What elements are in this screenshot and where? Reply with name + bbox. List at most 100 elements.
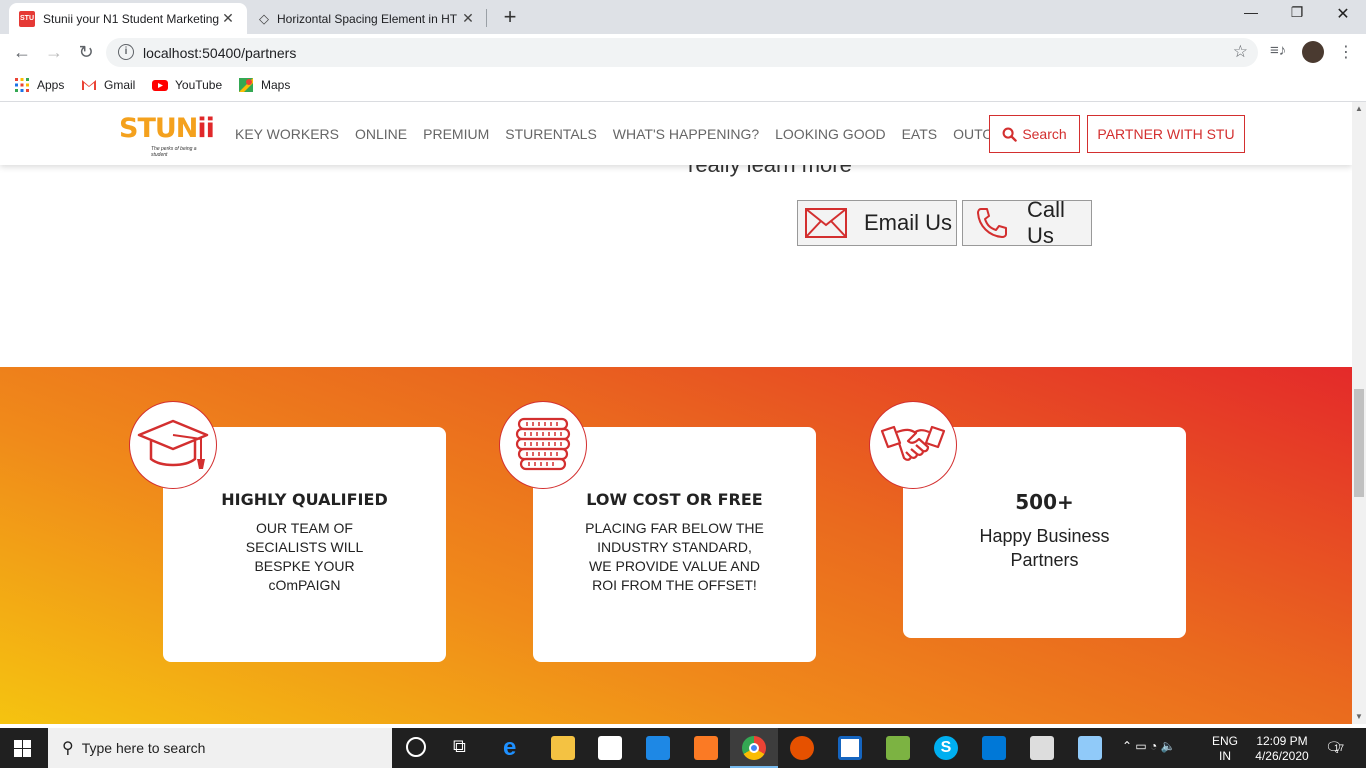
phone-icon [977, 208, 1007, 238]
nav-key-workers[interactable]: KEY WORKERS [235, 126, 339, 142]
close-window-button[interactable]: ✕ [1320, 4, 1366, 24]
bookmark-label: YouTube [175, 78, 223, 92]
nav-premium[interactable]: PREMIUM [423, 126, 489, 142]
partner-button-label: PARTNER WITH STU [1097, 126, 1235, 142]
browser-toolbar: ← → ↻ i localhost:50400/partners ☆ ≡♪ ⋮ [0, 34, 1366, 70]
network-app-icon[interactable] [886, 736, 910, 760]
chrome-icon [742, 736, 766, 760]
lang-label: ENG [1212, 734, 1239, 748]
call-us-button[interactable]: Call Us [962, 197, 1092, 248]
email-us-label: Email Us [864, 210, 953, 235]
scroll-up-icon[interactable]: ▲ [1355, 104, 1363, 113]
feature-text: PLACING FAR BELOW THE INDUSTRY STANDARD,… [585, 520, 764, 593]
taskbar-search-box[interactable]: ⚲ Type here to search [48, 728, 392, 768]
back-button[interactable]: ← [10, 40, 34, 64]
main-nav: KEY WORKERS ONLINE PREMIUM STURENTALS WH… [235, 126, 1028, 142]
minimize-button[interactable]: — [1228, 4, 1274, 20]
xampp-icon[interactable] [694, 736, 718, 760]
clock-time: 12:09 PM [1256, 734, 1308, 748]
skype-icon[interactable]: S [934, 736, 958, 760]
page-viewport: STUNii The perks of being a student KEY … [0, 102, 1352, 724]
gmail-icon [82, 80, 96, 90]
nav-sturentals[interactable]: STURENTALS [505, 126, 597, 142]
maps-icon [239, 78, 253, 92]
vscode-icon[interactable] [982, 736, 1006, 760]
scroll-down-icon[interactable]: ▼ [1355, 712, 1363, 721]
address-bar[interactable]: i localhost:50400/partners ☆ [106, 38, 1258, 67]
nav-looking-good[interactable]: LOOKING GOOD [775, 126, 885, 142]
search-button[interactable]: Search [989, 115, 1080, 153]
language-indicator[interactable]: ENG IN [1212, 734, 1238, 764]
bookmark-star-icon[interactable]: ☆ [1233, 42, 1248, 62]
search-icon [1002, 127, 1018, 142]
email-us-button[interactable]: Email Us [797, 200, 957, 246]
handshake-icon [869, 401, 957, 489]
bookmark-label: Maps [261, 78, 291, 92]
nav-whats-happening[interactable]: WHAT'S HAPPENING? [613, 126, 759, 142]
tray-icons[interactable]: ⌃ ▭ ◔ 🔈 [1122, 739, 1176, 753]
edge-icon[interactable]: e [503, 736, 527, 760]
nav-eats[interactable]: EATS [902, 126, 938, 142]
bookmark-gmail[interactable]: Gmail [81, 77, 135, 93]
bookmark-label: Apps [37, 78, 65, 92]
feature-text: OUR TEAM OF SECIALISTS WILL BESPKE YOUR … [245, 520, 364, 593]
search-icon: ⚲ [62, 740, 74, 757]
taskbar-search-placeholder: Type here to search [81, 740, 206, 756]
region-label: IN [1219, 749, 1231, 763]
bookmarks-bar: Apps Gmail YouTube Maps [0, 70, 1366, 102]
clock-date: 4/26/2020 [1255, 749, 1309, 763]
profile-avatar[interactable] [1302, 41, 1324, 63]
features-band: HIGHLY QUALIFIED OUR TEAM OF SECIALISTS … [0, 367, 1352, 724]
nav-online[interactable]: ONLINE [355, 126, 407, 142]
page-scrollbar[interactable]: ▲ ▼ [1352, 102, 1366, 724]
browser-tab-bar: STU Stunii your N1 Student Marketing ✕ ◇… [0, 0, 1366, 34]
info-icon[interactable]: i [118, 44, 134, 60]
logo-tagline: The perks of being a student [151, 146, 197, 158]
tab-horizontal-spacing[interactable]: ◇ Horizontal Spacing Element in HT ✕ [249, 3, 487, 34]
feature-text: Happy Business Partners [979, 526, 1110, 570]
menu-icon[interactable]: ⋮ [1338, 42, 1354, 62]
task-view-icon[interactable]: ⧉ [453, 736, 466, 757]
forward-button[interactable]: → [42, 40, 66, 64]
coins-icon [499, 401, 587, 489]
notification-count: 17 [1334, 743, 1345, 753]
restore-button[interactable]: ❐ [1274, 4, 1320, 21]
partners-count: 500+ [1015, 490, 1074, 514]
url-text: localhost:50400/partners [143, 45, 297, 61]
new-tab-button[interactable]: + [498, 4, 522, 30]
cortana-icon[interactable] [406, 737, 426, 757]
image-viewer-icon[interactable] [1030, 736, 1054, 760]
scrollbar-thumb[interactable] [1354, 389, 1364, 497]
windows-taskbar: ⚲ Type here to search ⧉ e S ⌃ ▭ ◔ 🔈 ENG … [0, 728, 1366, 768]
site-header: STUNii The perks of being a student KEY … [0, 102, 1352, 165]
bookmark-youtube[interactable]: YouTube [152, 77, 222, 93]
logo-text: STUN [119, 113, 198, 144]
app-icon[interactable] [790, 736, 814, 760]
tab-stunii[interactable]: STU Stunii your N1 Student Marketing ✕ [9, 3, 247, 34]
store-icon[interactable] [598, 736, 622, 760]
clock[interactable]: 12:09 PM 4/26/2020 [1252, 734, 1312, 764]
windows-start-icon[interactable] [14, 740, 31, 757]
feature-title: HIGHLY QUALIFIED [221, 490, 388, 509]
graduation-cap-icon [129, 401, 217, 489]
partner-with-stu-button[interactable]: PARTNER WITH STU [1087, 115, 1245, 153]
apps-grid-icon [15, 78, 29, 92]
logo-ii: ii [197, 113, 214, 144]
notifications-icon[interactable]: 🗨 17 [1325, 739, 1345, 756]
youtube-icon [152, 80, 168, 91]
stunii-logo[interactable]: STUNii The perks of being a student [119, 113, 215, 159]
close-tab-icon[interactable]: ✕ [219, 10, 237, 27]
notes-icon[interactable] [1078, 736, 1102, 760]
reload-button[interactable]: ↻ [74, 40, 98, 64]
codepen-favicon-icon: ◇ [259, 10, 269, 26]
feature-title: LOW COST OR FREE [586, 490, 763, 509]
file-explorer-icon[interactable] [551, 736, 575, 760]
media-control-icon[interactable]: ≡♪ [1270, 42, 1286, 59]
chrome-taskbar-button[interactable] [730, 728, 778, 768]
close-tab-icon[interactable]: ✕ [459, 10, 477, 27]
bookmark-apps[interactable]: Apps [14, 77, 64, 93]
app-window-icon[interactable] [838, 736, 862, 760]
mail-icon[interactable] [646, 736, 670, 760]
bookmark-maps[interactable]: Maps [238, 77, 290, 93]
search-button-label: Search [1022, 126, 1067, 142]
